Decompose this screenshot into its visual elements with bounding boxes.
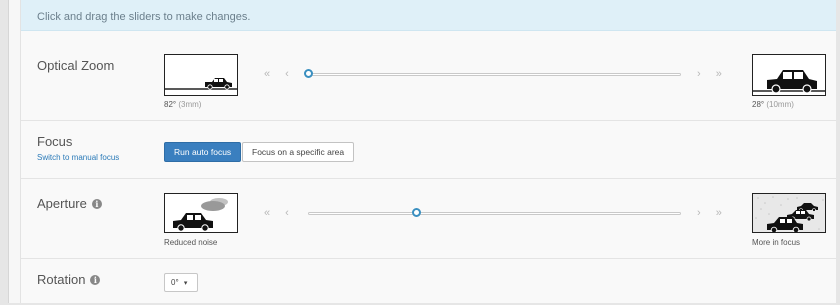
manual-focus-link[interactable]: Switch to manual focus (37, 153, 119, 162)
zoom-wide-thumbnail (164, 54, 238, 96)
rotation-label-text: Rotation (37, 272, 86, 287)
car-icon (173, 198, 228, 232)
focus-area-button[interactable]: Focus on a specific area (242, 142, 355, 162)
aperture-high-caption: More in focus (752, 238, 801, 247)
optical-zoom-row: Optical Zoom 82° (10mm) (3mm) « ‹ › (21, 31, 836, 121)
aperture-low-caption: Reduced noise (164, 238, 218, 247)
aperture-high-thumbnail (752, 193, 826, 233)
aperture-row: Aperture i Reduced noise « ‹ › » More in… (21, 179, 836, 259)
settings-panel: Click and drag the sliders to make chang… (20, 0, 836, 303)
aperture-slider-track[interactable] (308, 212, 681, 215)
zoom-tele-focal-length: (10mm) (766, 100, 794, 109)
car-icon (753, 70, 825, 94)
rotation-label: Rotation i (37, 272, 101, 287)
rotation-row: Rotation i 0° ▾ (21, 259, 836, 303)
zoom-tele-angle: 28° (752, 100, 765, 109)
rotation-value: 0° (171, 278, 179, 287)
info-icon[interactable]: i (91, 199, 102, 209)
zoom-step-back-buttons[interactable]: « ‹ (264, 68, 295, 80)
zoom-tele-caption: 28° (10mm) (752, 100, 794, 109)
optical-zoom-label: Optical Zoom (37, 58, 115, 73)
zoom-slider-handle[interactable] (303, 69, 313, 78)
caret-down-icon: ▾ (183, 280, 188, 287)
zoom-step-forward-buttons[interactable]: › » (697, 68, 728, 80)
rotation-select[interactable]: 0° ▾ (164, 273, 198, 292)
aperture-low-thumbnail (164, 193, 238, 233)
car-icon (753, 194, 825, 232)
zoom-wide-focal-length: (3mm) (178, 100, 202, 109)
aperture-label-text: Aperture (37, 196, 87, 211)
focus-row: Focus Switch to manual focus Run auto fo… (21, 121, 836, 179)
run-auto-focus-button[interactable]: Run auto focus (164, 142, 242, 162)
instructions-notice: Click and drag the sliders to make chang… (21, 0, 836, 31)
focus-label: Focus (37, 134, 73, 149)
aperture-label: Aperture i (37, 196, 102, 211)
aperture-step-back-buttons[interactable]: « ‹ (264, 207, 295, 219)
aperture-slider-handle[interactable] (411, 208, 421, 217)
zoom-tele-thumbnail (752, 54, 826, 96)
zoom-wide-angle: 82° (164, 100, 177, 109)
aperture-step-forward-buttons[interactable]: › » (697, 207, 728, 219)
info-icon[interactable]: i (90, 275, 101, 285)
settings-panel-frame: Click and drag the sliders to make chang… (8, 0, 836, 303)
zoom-wide-caption: 82° (10mm) (3mm) (164, 100, 201, 109)
zoom-slider-track[interactable] (308, 73, 681, 76)
car-icon (165, 78, 237, 90)
